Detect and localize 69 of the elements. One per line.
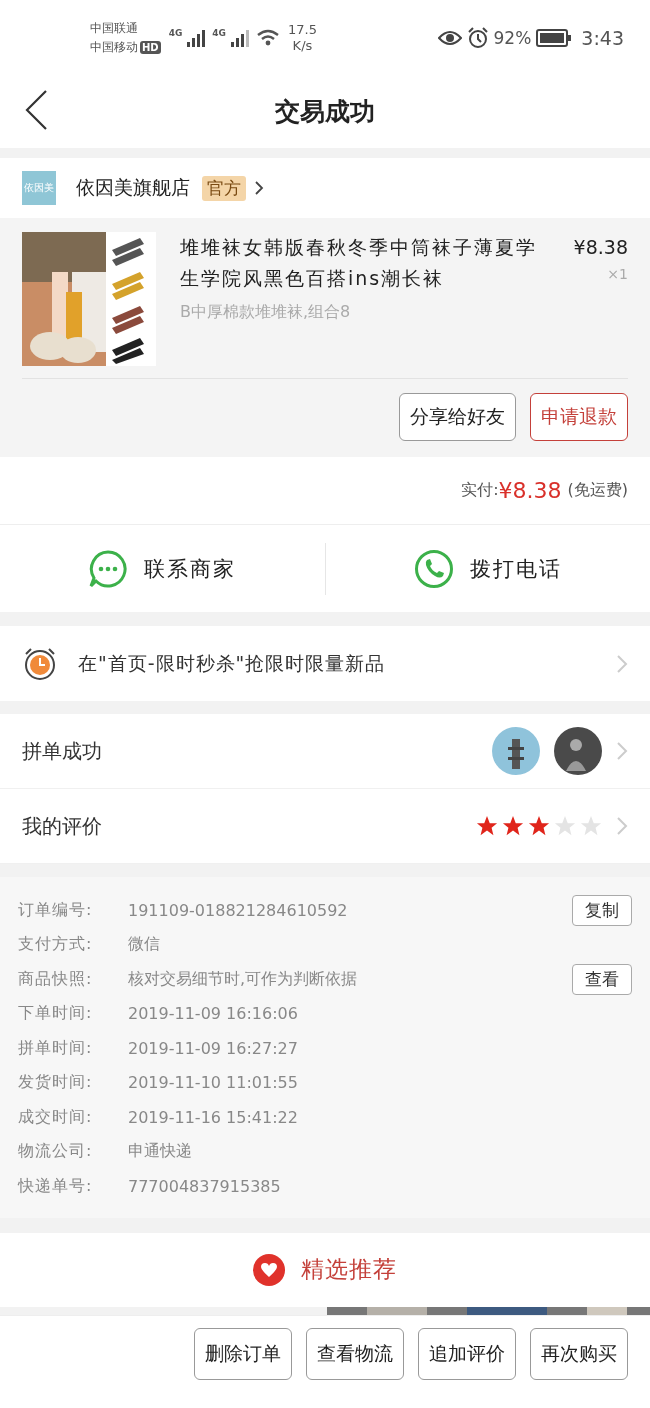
carrier-name: 中国联通	[90, 19, 139, 37]
chevron-right-icon[interactable]	[254, 180, 264, 196]
network-speed: 17.5	[288, 21, 317, 38]
store-logo: 依因美	[22, 171, 56, 205]
share-button[interactable]: 分享给好友	[399, 393, 516, 441]
star-icon	[528, 815, 550, 837]
detail-label: 商品快照:	[18, 968, 94, 990]
detail-label: 发货时间:	[18, 1072, 94, 1094]
detail-label: 拼单时间:	[18, 1037, 94, 1059]
detail-value: 777004837915385	[128, 1176, 282, 1196]
alarm-icon	[466, 26, 489, 49]
detail-label: 成交时间:	[18, 1106, 94, 1128]
page-title: 交易成功	[275, 96, 375, 128]
eye-icon	[437, 29, 462, 46]
product-quantity: ×1	[607, 266, 628, 282]
paid-label: 实付:	[461, 480, 499, 501]
product-title[interactable]: 堆堆袜女韩版春秋冬季中筒袜子薄夏学生学院风黑色百搭ins潮长袜	[180, 232, 550, 294]
detail-value: 2019-11-16 15:41:22	[128, 1107, 299, 1127]
detail-value: 核对交易细节时,可作为判断依据	[128, 968, 359, 990]
promo-text[interactable]: 在"首页-限时秒杀"抢限时限量新品	[78, 650, 596, 677]
detail-label: 订单编号:	[18, 899, 94, 921]
detail-label: 支付方式:	[18, 934, 94, 956]
phone-icon[interactable]	[413, 548, 454, 589]
clock-time: 3:43	[581, 26, 624, 49]
hd-badge: HD	[140, 40, 161, 54]
detail-value: 2019-11-09 16:27:27	[128, 1038, 299, 1058]
star-icon	[580, 815, 602, 837]
detail-value: 2019-11-10 11:01:55	[128, 1073, 299, 1093]
product-price: ¥8.38	[573, 236, 628, 258]
call-link[interactable]: 拨打电话	[469, 554, 562, 583]
battery-icon	[536, 28, 573, 47]
shipping-note: (免运费)	[567, 480, 628, 501]
signal-icon	[230, 27, 252, 48]
refund-button[interactable]: 申请退款	[530, 393, 628, 441]
carrier-name: 中国移动	[90, 38, 138, 56]
detail-label: 下单时间:	[18, 1003, 94, 1025]
paid-amount: ¥8.38	[498, 478, 562, 503]
detail-action-button[interactable]: 复制	[572, 894, 632, 926]
contact-seller-link[interactable]: 联系商家	[144, 554, 237, 583]
detail-label: 快递单号:	[18, 1175, 94, 1197]
battery-percent: 92%	[493, 27, 532, 48]
detail-value: 191109-018821284610592	[128, 900, 349, 920]
detail-label: 物流公司:	[18, 1141, 94, 1163]
review-label: 我的评价	[22, 812, 103, 840]
network-speed-unit: K/s	[292, 37, 313, 54]
product-spec: B中厚棉款堆堆袜,组合8	[180, 302, 352, 323]
order-action-button[interactable]: 追加评价	[418, 1327, 516, 1380]
avatar	[554, 727, 602, 775]
order-action-button[interactable]: 删除订单	[194, 1327, 292, 1380]
official-badge: 官方	[202, 175, 246, 201]
order-action-button[interactable]: 再次购买	[530, 1327, 628, 1380]
star-icon	[502, 815, 524, 837]
chat-icon[interactable]	[88, 548, 129, 589]
order-action-button[interactable]: 查看物流	[306, 1327, 404, 1380]
detail-value: 微信	[128, 934, 161, 956]
section-title: 精选推荐	[301, 1255, 397, 1284]
star-icon	[476, 815, 498, 837]
back-icon[interactable]	[24, 89, 48, 131]
detail-value: 2019-11-09 16:16:06	[128, 1004, 299, 1024]
network-type: 4G	[212, 27, 226, 38]
star-icon	[554, 815, 576, 837]
store-name[interactable]: 依因美旗舰店	[76, 175, 190, 201]
network-type: 4G	[168, 27, 183, 38]
group-buy-label: 拼单成功	[22, 737, 103, 765]
avatar	[492, 727, 540, 775]
alarm-clock-icon	[22, 645, 58, 682]
wifi-icon	[256, 28, 280, 47]
detail-action-button[interactable]: 查看	[572, 963, 632, 995]
detail-value: 申通快递	[128, 1141, 193, 1163]
